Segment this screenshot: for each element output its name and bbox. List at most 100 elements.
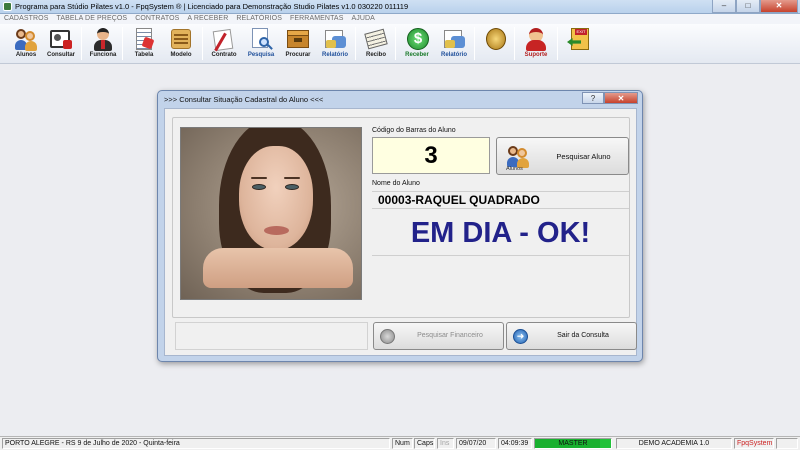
barcode-label: Código do Barras do Aluno: [372, 127, 456, 134]
exit-consult-button[interactable]: ➜ Sair da Consulta: [506, 322, 637, 350]
contract-icon: [211, 26, 237, 52]
toolbar-alunos-label: Alunos: [15, 52, 37, 58]
menu-a-receber[interactable]: A RECEBER: [183, 14, 232, 24]
coin-icon: [380, 329, 395, 344]
toolbar-contrato-label: Contrato: [211, 52, 237, 58]
status-location-date: PORTO ALEGRE - RS 9 de Julho de 2020 - Q…: [2, 438, 390, 449]
exit-icon: EXIT: [566, 26, 592, 52]
status-caps: Caps: [414, 438, 435, 449]
student-name-value: 00003-RAQUEL QUADRADO: [372, 191, 629, 209]
toolbar-funciona-button[interactable]: Funciona: [85, 26, 121, 62]
toolbar-procurar-label: Procurar: [285, 52, 311, 58]
toolbar-separator: [202, 27, 203, 60]
status-brand: FpqSystem: [734, 438, 774, 449]
menu-relatorios[interactable]: RELATÓRIOS: [232, 14, 286, 24]
support-icon: [523, 26, 549, 52]
student-info-group: Código do Barras do Aluno 3 Alunos Pesqu…: [172, 117, 630, 318]
toolbar: Alunos Consultar Funciona Tabela Modelo …: [0, 24, 800, 64]
toolbar-pesquisa-label: Pesquisa: [247, 52, 275, 58]
status-ins: Ins: [437, 438, 454, 449]
app-icon: [3, 2, 12, 11]
search-document-icon: [248, 26, 274, 52]
exit-consult-label: Sair da Consulta: [557, 332, 609, 339]
toolbar-alunos-button[interactable]: Alunos: [8, 26, 44, 62]
employee-icon: [90, 26, 116, 52]
people-icon: [13, 26, 39, 52]
toolbar-contrato-button[interactable]: Contrato: [206, 26, 242, 62]
report-icon: [441, 26, 467, 52]
toolbar-pesquisa-button[interactable]: Pesquisa: [243, 26, 279, 62]
status-user-label: MASTER: [558, 440, 588, 447]
bottom-info-panel: [175, 322, 368, 350]
search-finance-label: Pesquisar Financeiro: [417, 332, 483, 339]
toolbar-suporte-label: Suporte: [524, 52, 548, 58]
dialog-body: Código do Barras do Aluno 3 Alunos Pesqu…: [164, 108, 637, 356]
toolbar-relatorio-label: Relatório: [321, 52, 348, 58]
toolbar-receber-button[interactable]: $ Receber: [399, 26, 435, 62]
toolbar-recibo-button[interactable]: Recibo: [358, 26, 394, 62]
toolbar-procurar-button[interactable]: Procurar: [280, 26, 316, 62]
menu-cadastros[interactable]: CADASTROS: [0, 14, 52, 24]
student-photo: [180, 127, 362, 300]
close-button[interactable]: ✕: [760, 0, 798, 13]
coin-icon: [482, 26, 508, 52]
status-user: MASTER: [534, 438, 612, 449]
student-status: EM DIA - OK!: [372, 210, 629, 256]
toolbar-receber-label: Receber: [405, 52, 429, 58]
window-title: Programa para Stúdio Pilates v1.0 - FpqS…: [15, 2, 409, 11]
window-controls: – □ ✕: [712, 0, 798, 13]
toolbar-separator: [81, 27, 82, 60]
minimize-button[interactable]: –: [712, 0, 736, 13]
toolbar-relatorio-2-button[interactable]: Relatório: [436, 26, 472, 62]
toolbar-relatorio-button[interactable]: Relatório: [317, 26, 353, 62]
status-time: 04:09:39: [498, 438, 532, 449]
search-student-label: Pesquisar Aluno: [556, 152, 611, 161]
toolbar-recibo-label: Recibo: [365, 52, 386, 58]
barcode-field[interactable]: 3: [372, 137, 490, 174]
toolbar-tabela-button[interactable]: Tabela: [126, 26, 162, 62]
menu-ferramentas[interactable]: FERRAMENTAS: [286, 14, 347, 24]
box-icon: [285, 26, 311, 52]
toolbar-separator: [395, 27, 396, 60]
consult-dialog: >>> Consultar Situação Cadastral do Alun…: [157, 90, 643, 362]
dialog-help-button[interactable]: ?: [582, 92, 604, 104]
toolbar-exit-button[interactable]: EXIT: [561, 26, 597, 62]
people-icon: [505, 143, 529, 168]
toolbar-funciona-label: Funciona: [89, 52, 117, 58]
status-company: DEMO ACADEMIA 1.0: [616, 438, 732, 449]
toolbar-separator: [557, 27, 558, 60]
toolbar-separator: [474, 27, 475, 60]
report-icon: [322, 26, 348, 52]
toolbar-suporte-button[interactable]: Suporte: [518, 26, 554, 62]
toolbar-relatorio-2-label: Relatório: [440, 52, 467, 58]
toolbar-consultar-button[interactable]: Consultar: [43, 26, 79, 62]
maximize-button[interactable]: □: [736, 0, 760, 13]
arrow-right-icon: ➜: [513, 329, 528, 344]
menu-tabela-de-precos[interactable]: TABELA DE PREÇOS: [52, 14, 131, 24]
id-card-icon: [48, 26, 74, 52]
toolbar-coins-button[interactable]: [477, 26, 513, 62]
status-resize-grip: [776, 438, 798, 449]
status-num: Num: [392, 438, 413, 449]
dialog-controls: ? ✕: [582, 92, 638, 104]
price-table-icon: [131, 26, 157, 52]
search-finance-button[interactable]: Pesquisar Financeiro: [373, 322, 504, 350]
toolbar-separator: [122, 27, 123, 60]
status-bar: PORTO ALEGRE - RS 9 de Julho de 2020 - Q…: [0, 436, 800, 450]
dialog-title: >>> Consultar Situação Cadastral do Alun…: [164, 95, 324, 104]
scroll-icon: [168, 26, 194, 52]
search-student-button[interactable]: Alunos Pesquisar Aluno: [496, 137, 629, 175]
toolbar-consultar-label: Consultar: [46, 52, 75, 58]
menu-ajuda[interactable]: AJUDA: [347, 14, 378, 24]
toolbar-separator: [355, 27, 356, 60]
toolbar-modelo-button[interactable]: Modelo: [163, 26, 199, 62]
toolbar-tabela-label: Tabela: [134, 52, 154, 58]
dollar-icon: $: [404, 26, 430, 52]
status-date: 09/07/20: [456, 438, 496, 449]
toolbar-separator: [514, 27, 515, 60]
search-student-sub-label: Alunos: [506, 166, 523, 172]
dialog-close-button[interactable]: ✕: [604, 92, 638, 104]
toolbar-modelo-label: Modelo: [170, 52, 192, 58]
menu-contratos[interactable]: CONTRATOS: [131, 14, 183, 24]
receipt-icon: [363, 26, 389, 52]
